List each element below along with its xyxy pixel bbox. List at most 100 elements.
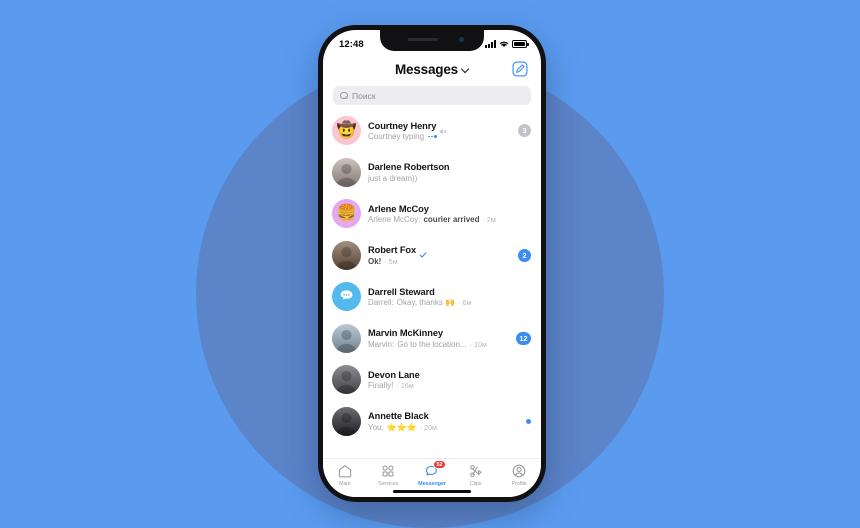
unread-badge: 12 — [516, 331, 531, 345]
battery-icon — [512, 40, 529, 48]
wifi-icon — [499, 41, 509, 48]
grid-icon — [380, 463, 396, 479]
preview-text: Courtney typing — [368, 132, 425, 141]
chat-row[interactable]: Marvin McKinney Marvin: Go to the location… — [323, 318, 541, 360]
chat-preview-line: Ok! · 5м — [368, 257, 508, 266]
preview-sender: Marvin: — [368, 339, 395, 349]
avatar — [332, 157, 361, 187]
chat-row[interactable]: 🍔 Arlene McCoy Arlene McCoy: courier arrive… — [323, 193, 541, 235]
earpiece-speaker — [408, 38, 438, 41]
chat-preview-line: Arlene McCoy: courier arrived · 2м — [368, 215, 508, 224]
verified-icon — [419, 246, 427, 258]
chat-name: Darrell Steward — [368, 286, 435, 297]
preview-text: just a dream)) — [368, 173, 418, 183]
navigation-bar: Messages — [323, 54, 541, 84]
tab-main[interactable]: Main — [323, 463, 367, 487]
preview-text: Okay, thanks 🙌 — [396, 298, 456, 307]
profile-icon — [511, 463, 527, 479]
messages-title-dropdown[interactable]: Messages — [395, 62, 469, 77]
timestamp: · 16м — [396, 381, 414, 390]
tab-profile[interactable]: Profile — [497, 463, 541, 487]
timestamp: · 5м — [384, 256, 398, 266]
chevron-down-icon — [462, 66, 469, 73]
chat-preview-line: just a dream)) — [368, 174, 508, 183]
tab-services[interactable]: Services — [367, 463, 411, 487]
chat-row-status: 12 — [515, 331, 531, 345]
chat-row-status: 3 — [515, 124, 531, 138]
unread-dot — [526, 418, 531, 424]
chat-name-line: Arlene McCoy — [368, 204, 508, 214]
unread-badge: 3 — [518, 124, 531, 138]
chat-row[interactable]: Darlene Robertson just a dream)) — [323, 152, 541, 194]
timestamp: · 10м — [469, 339, 487, 349]
chat-name-line: Darrell Steward — [368, 287, 508, 297]
chat-preview-line: Marvin: Go to the location... · 10м — [368, 340, 508, 349]
preview-sender: Darrell: — [368, 298, 394, 307]
chat-row-content: Darrell Steward Darrell: Okay, thanks 🙌 · 6… — [368, 287, 508, 308]
avatar — [332, 282, 361, 312]
compose-button[interactable] — [512, 61, 528, 77]
avatar — [332, 365, 361, 395]
chat-row-content: Annette Black You: ⭐⭐⭐ · 20м — [368, 411, 508, 432]
chat-name: Devon Lane — [368, 369, 420, 380]
chat-name-line: Marvin McKinney — [368, 328, 508, 338]
status-bar-clock: 12:48 — [339, 38, 364, 50]
chat-row[interactable]: Annette Black You: ⭐⭐⭐ · 20м — [323, 401, 541, 443]
front-camera — [459, 37, 464, 42]
preview-sender: Arlene McCoy: — [368, 215, 421, 224]
home-indicator — [393, 490, 471, 493]
muted-icon — [439, 122, 447, 134]
chat-list[interactable]: 🤠 Courtney Henry Courtney typing 3 Darlene R… — [323, 110, 541, 458]
chat-name-line: Courtney Henry — [368, 120, 508, 134]
avatar: 🤠 — [332, 116, 361, 146]
chat-name: Darlene Robertson — [368, 162, 450, 172]
tab-clips[interactable]: Clips — [454, 463, 498, 487]
timestamp: · 2м — [482, 215, 496, 224]
chat-row[interactable]: Darrell Steward Darrell: Okay, thanks 🙌 · 6… — [323, 276, 541, 318]
chat-name-line: Darlene Robertson — [368, 162, 508, 172]
avatar — [332, 240, 361, 270]
chat-row-content: Devon Lane Finally! · 16м — [368, 370, 508, 391]
chat-name: Marvin McKinney — [368, 328, 443, 338]
tab-label: Clips — [469, 481, 482, 487]
unread-badge: 2 — [518, 248, 531, 262]
status-bar-icons — [485, 40, 529, 48]
avatar: 🍔 — [332, 199, 361, 229]
preview-text: courier arrived — [423, 215, 480, 224]
search-icon — [340, 91, 348, 100]
chat-row-content: Arlene McCoy Arlene McCoy: courier arrived… — [368, 204, 508, 225]
search-placeholder: Поиск — [352, 90, 376, 101]
tab-label: Main — [339, 481, 351, 487]
chat-row-content: Courtney Henry Courtney typing — [368, 120, 508, 141]
chat-preview-line: You: ⭐⭐⭐ · 20м — [368, 423, 508, 432]
search-container: Поиск — [323, 84, 541, 110]
chat-row[interactable]: Robert Fox Ok! · 5м 2 — [323, 235, 541, 277]
clips-icon — [468, 463, 484, 479]
phone-screen: 12:48 Messages Поиск 🤠 Courtney Henry Co… — [323, 30, 541, 497]
chat-name: Courtney Henry — [368, 120, 437, 131]
chat-row-content: Darlene Robertson just a dream)) — [368, 162, 508, 183]
tab-label: Profile — [511, 481, 527, 487]
home-icon — [337, 463, 353, 479]
preview-text: Ok! — [368, 256, 382, 266]
search-input[interactable]: Поиск — [333, 86, 531, 105]
chat-name-line: Robert Fox — [368, 245, 508, 258]
chat-name-line: Annette Black — [368, 411, 508, 421]
chat-row-content: Robert Fox Ok! · 5м — [368, 245, 508, 266]
tab-badge: 52 — [432, 460, 446, 469]
page-title: Messages — [395, 61, 458, 77]
signal-bars-icon — [485, 40, 496, 48]
chat-preview-line: Finally! · 16м — [368, 381, 508, 390]
chat-name: Annette Black — [368, 411, 429, 421]
chat-row[interactable]: 🤠 Courtney Henry Courtney typing 3 — [323, 110, 541, 152]
phone-notch — [380, 30, 484, 51]
chat-row[interactable]: Devon Lane Finally! · 16м — [323, 359, 541, 401]
chat-name: Arlene McCoy — [368, 203, 429, 214]
chat-row-status — [515, 418, 531, 424]
tab-label: Services — [378, 481, 399, 487]
chat-preview-line: Darrell: Okay, thanks 🙌 · 6м — [368, 298, 508, 307]
preview-text: ⭐⭐⭐ — [386, 422, 417, 432]
tab-messenger[interactable]: 52 Messenger — [410, 460, 454, 487]
tab-label: Messenger — [418, 481, 446, 487]
chat-name: Robert Fox — [368, 245, 417, 255]
